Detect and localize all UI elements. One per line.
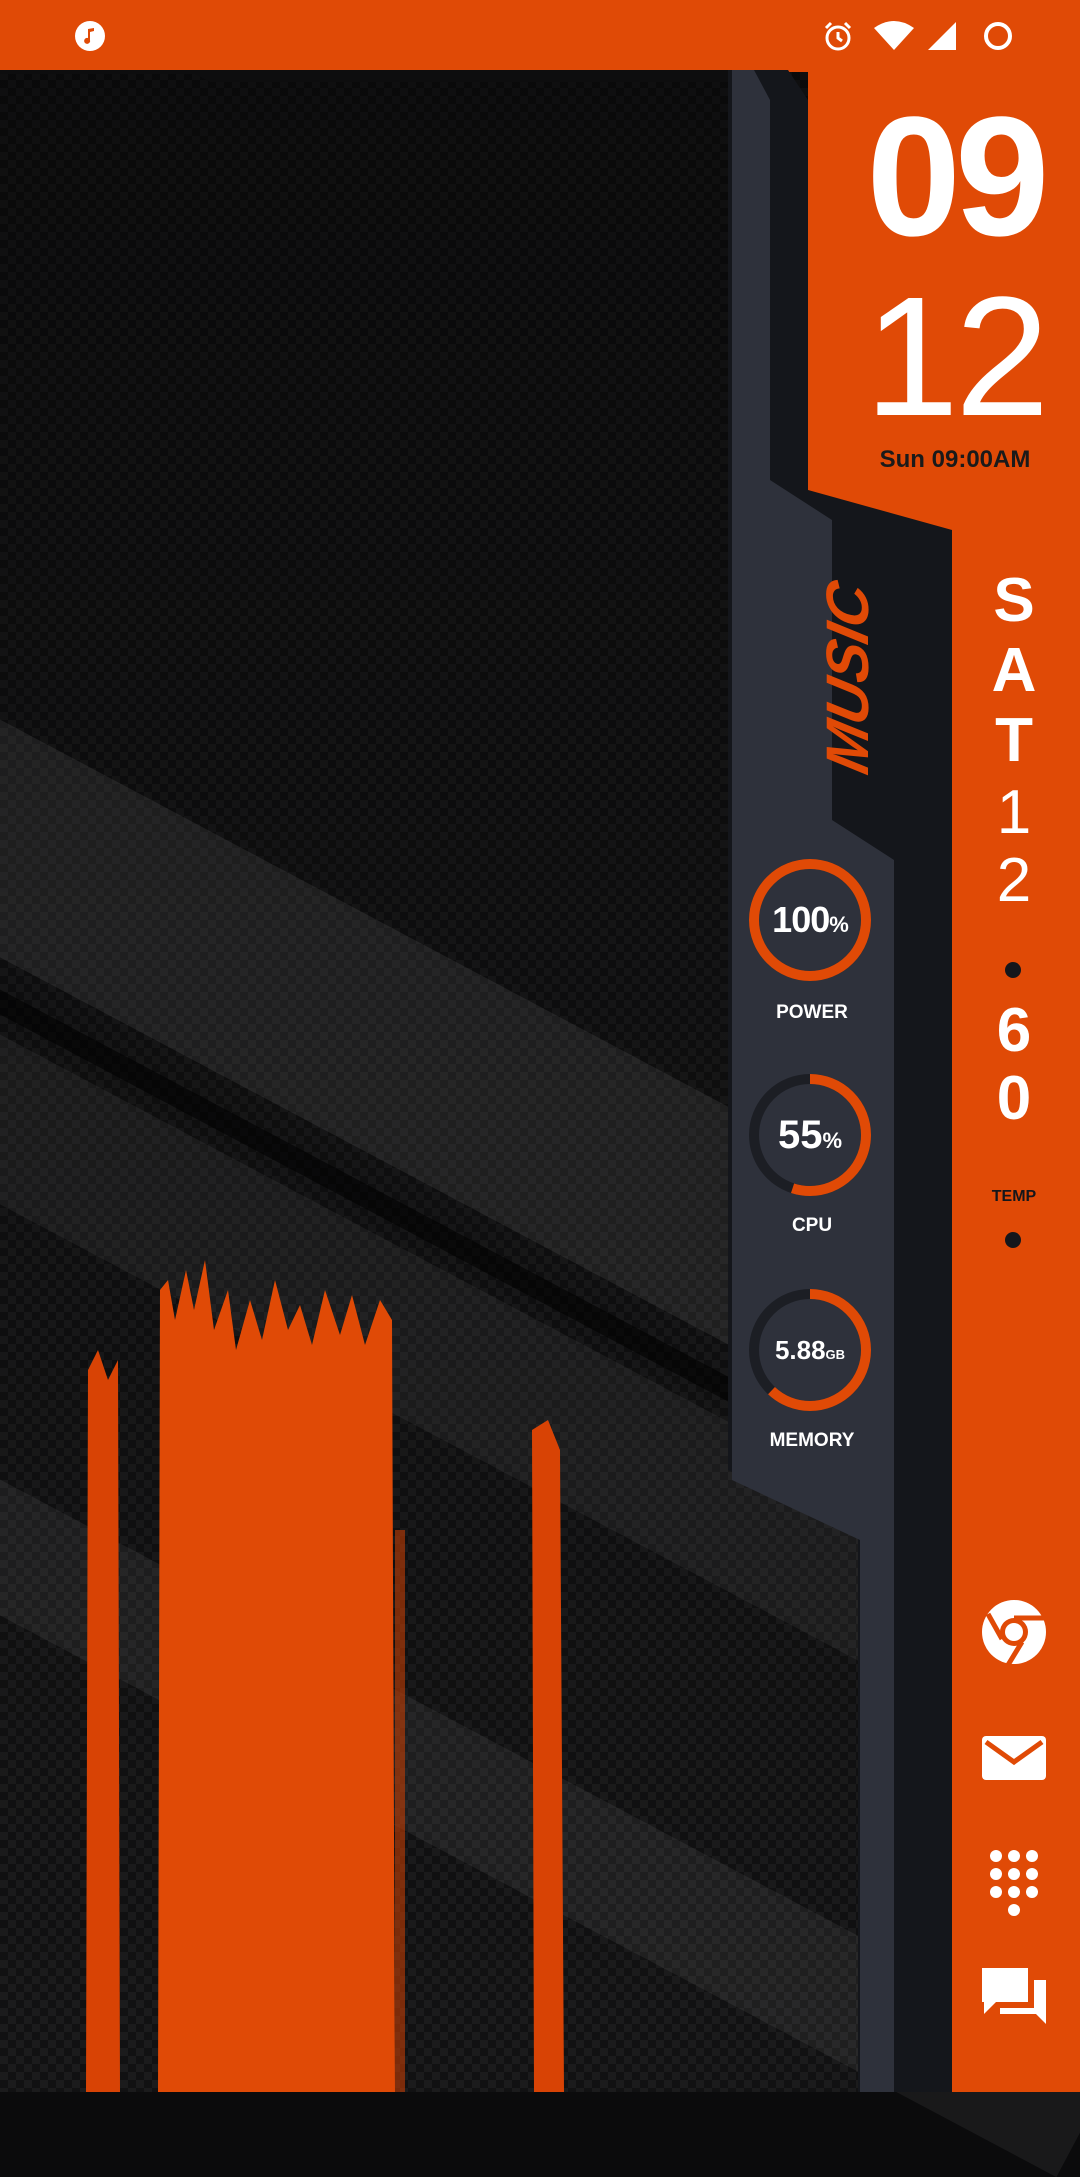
messages-icon[interactable] xyxy=(978,1962,1050,2034)
dialer-icon[interactable] xyxy=(978,1846,1050,1918)
day-letter: T xyxy=(995,706,1033,775)
dot-separator xyxy=(1005,962,1021,978)
memory-unit: GB xyxy=(825,1347,846,1362)
date-line: Sun 09:00AM xyxy=(879,446,1031,473)
chrome-icon[interactable] xyxy=(978,1596,1050,1668)
clock-hour[interactable]: 09 xyxy=(840,92,1070,262)
power-unit: % xyxy=(829,912,849,937)
cpu-label: CPU xyxy=(791,1215,833,1236)
music-note-icon[interactable] xyxy=(74,20,106,52)
memory-gauge[interactable]: 5.88GB xyxy=(745,1285,875,1415)
cpu-value: 55 xyxy=(777,1113,823,1157)
temp-label: TEMP xyxy=(991,1188,1037,1205)
clock-minute[interactable]: 12 xyxy=(840,272,1070,442)
day-date-column[interactable]: S A T 1 2 6 0 TEMP xyxy=(978,560,1050,1260)
battery-circle-icon xyxy=(984,22,1012,50)
temp-digit: 0 xyxy=(996,1064,1032,1133)
alarm-icon xyxy=(824,21,852,51)
signal-icon xyxy=(928,22,956,50)
temp-digit: 6 xyxy=(996,996,1032,1065)
power-value: 100 xyxy=(772,899,830,940)
power-gauge[interactable]: 100% xyxy=(745,855,875,985)
day-letter: A xyxy=(991,636,1037,705)
date-digit: 2 xyxy=(996,846,1032,915)
top-notch xyxy=(0,70,740,82)
day-letter: S xyxy=(993,566,1035,635)
date-digit: 1 xyxy=(996,778,1032,847)
dot-separator xyxy=(1005,1232,1021,1248)
power-label: POWER xyxy=(776,1002,848,1023)
wifi-icon xyxy=(874,21,914,50)
memory-value: 5.88 xyxy=(774,1335,826,1365)
music-button[interactable]: MUSIC xyxy=(770,560,930,800)
cpu-unit: % xyxy=(822,1128,843,1153)
cpu-gauge[interactable]: 55% xyxy=(745,1070,875,1200)
status-bar xyxy=(0,0,1080,72)
memory-label: MEMORY xyxy=(769,1430,855,1451)
paint-strokes xyxy=(86,1260,564,2092)
music-label: MUSIC xyxy=(814,576,881,780)
mail-icon[interactable] xyxy=(978,1722,1050,1794)
